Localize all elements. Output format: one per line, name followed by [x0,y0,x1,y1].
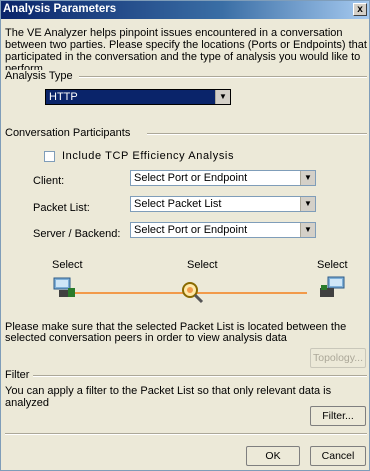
filter-divider [29,375,367,377]
dialog-title: Analysis Parameters [3,3,117,15]
packet-list-label: Packet List: [33,202,90,214]
cancel-button[interactable]: Cancel [310,446,366,466]
server-select-value: Select Port or Endpoint [134,224,248,236]
server-backend-select[interactable]: Select Port or Endpoint ▼ [130,222,316,238]
dropdown-arrow-icon: ▼ [300,197,315,211]
client-peer-select-label: Select [52,259,83,271]
packet-list-note: Please make sure that the selected Packe… [5,321,347,344]
intro-text: The VE Analyzer helps pinpoint issues en… [5,27,367,75]
analysis-type-divider [79,76,367,78]
filter-button[interactable]: Filter... [310,406,366,426]
dropdown-arrow-icon: ▼ [300,171,315,185]
packet-list-select[interactable]: Select Packet List ▼ [130,196,316,212]
title-bar[interactable]: Analysis Parameters x [1,1,369,19]
analysis-type-value: HTTP [49,91,78,103]
packet-list-select-value: Select Packet List [134,198,222,210]
packet-list-magnifier-icon[interactable] [180,280,204,304]
dropdown-arrow-icon: ▼ [300,223,315,237]
tcp-efficiency-label: Include TCP Efficiency Analysis [62,150,235,162]
footer-divider [5,433,367,435]
server-peer-select-label: Select [317,259,348,271]
client-label: Client: [33,175,65,187]
analysis-type-group-label: Analysis Type [5,70,77,82]
server-backend-label: Server / Backend: [33,228,121,240]
client-select-value: Select Port or Endpoint [134,172,248,184]
filter-group-label: Filter [5,369,34,381]
ok-button[interactable]: OK [246,446,300,466]
server-computer-icon[interactable] [318,276,346,298]
close-button[interactable]: x [353,3,367,16]
topology-button[interactable]: Topology... [310,348,366,368]
participants-group-label: Conversation Participants [5,127,135,139]
dropdown-arrow-icon: ▼ [215,90,230,104]
tcp-efficiency-checkbox[interactable] [44,151,55,162]
participants-divider [147,133,367,135]
client-computer-icon[interactable] [51,276,77,298]
client-select[interactable]: Select Port or Endpoint ▼ [130,170,316,186]
analysis-type-select[interactable]: HTTP ▼ [45,89,231,105]
packet-list-select-label: Select [187,259,218,271]
analysis-parameters-dialog: Analysis Parameters x The VE Analyzer he… [0,0,370,471]
